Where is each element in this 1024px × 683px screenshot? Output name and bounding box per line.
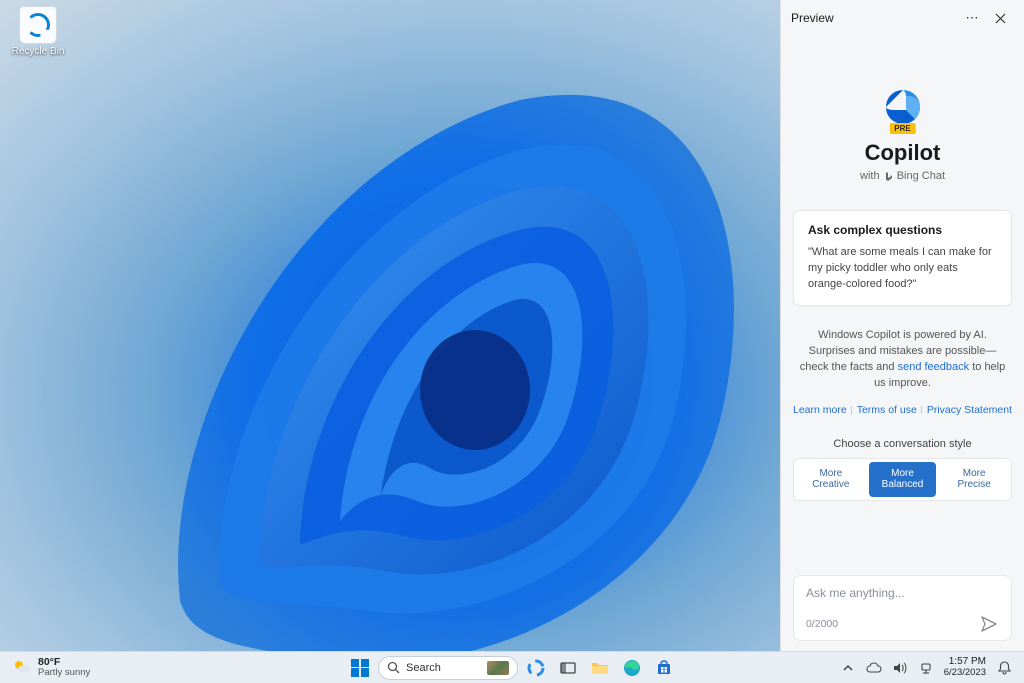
recycle-bin-icon xyxy=(19,6,57,44)
copilot-icon xyxy=(527,659,545,677)
style-precise[interactable]: More Precise xyxy=(940,462,1008,497)
tray-volume[interactable] xyxy=(888,654,912,682)
edge-button[interactable] xyxy=(618,654,646,682)
desktop-wallpaper[interactable]: Recycle Bin xyxy=(0,0,780,651)
chat-input-counter: 0/2000 xyxy=(806,618,838,630)
copilot-header: Preview ⋯ xyxy=(781,0,1024,36)
search-highlight-icon xyxy=(487,661,509,675)
notifications-button[interactable] xyxy=(992,654,1016,682)
weather-condition: Partly sunny xyxy=(38,668,90,678)
store-icon xyxy=(656,660,672,676)
task-view-icon xyxy=(560,660,576,676)
taskbar-search[interactable]: Search xyxy=(378,656,518,680)
tray-overflow-button[interactable] xyxy=(836,654,860,682)
send-feedback-link[interactable]: send feedback xyxy=(898,361,970,373)
store-button[interactable] xyxy=(650,654,678,682)
copilot-taskbar-button[interactable] xyxy=(522,654,550,682)
legal-links: Learn more Terms of use Privacy Statemen… xyxy=(793,404,1012,416)
style-balanced[interactable]: More Balanced xyxy=(869,462,937,497)
tray-onedrive[interactable] xyxy=(862,654,886,682)
copilot-logo-icon xyxy=(882,86,924,128)
weather-icon xyxy=(12,657,32,677)
copilot-brand-name: Copilot xyxy=(793,140,1012,166)
disclaimer-text: Windows Copilot is powered by AI. Surpri… xyxy=(793,328,1012,392)
clock-date: 6/23/2023 xyxy=(944,668,986,678)
recycle-bin[interactable]: Recycle Bin xyxy=(10,6,66,57)
edge-icon xyxy=(623,659,641,677)
copilot-panel: Preview ⋯ PRE Copilot with Bing xyxy=(780,0,1024,651)
taskbar-center: Search xyxy=(346,654,678,682)
privacy-link[interactable]: Privacy Statement xyxy=(927,404,1012,416)
chat-input-placeholder: Ask me anything... xyxy=(806,586,999,614)
file-explorer-button[interactable] xyxy=(586,654,614,682)
terms-link[interactable]: Terms of use xyxy=(857,404,917,416)
search-icon xyxy=(387,661,400,674)
copilot-header-title: Preview xyxy=(791,11,834,25)
tray-network[interactable] xyxy=(914,654,938,682)
conversation-style-selector: More Creative More Balanced More Precise xyxy=(793,458,1012,501)
windows-logo-icon xyxy=(351,659,369,677)
taskbar: 80°F Partly sunny Search xyxy=(0,651,1024,683)
network-icon xyxy=(919,662,933,674)
cloud-icon xyxy=(866,662,882,674)
learn-more-link[interactable]: Learn more xyxy=(793,404,847,416)
close-icon xyxy=(995,13,1006,24)
system-tray: 1:57 PM 6/23/2023 xyxy=(836,654,1016,682)
taskbar-clock[interactable]: 1:57 PM 6/23/2023 xyxy=(940,657,990,677)
folder-icon xyxy=(591,660,609,676)
conversation-style-heading: Choose a conversation style xyxy=(793,438,1012,450)
volume-icon xyxy=(893,662,907,674)
copilot-brand-subtitle: with Bing Chat xyxy=(793,170,1012,182)
example-card[interactable]: Ask complex questions "What are some mea… xyxy=(793,210,1012,306)
pre-badge: PRE xyxy=(889,123,915,134)
start-button[interactable] xyxy=(346,654,374,682)
task-view-button[interactable] xyxy=(554,654,582,682)
example-card-title: Ask complex questions xyxy=(808,223,997,237)
style-creative[interactable]: More Creative xyxy=(797,462,865,497)
search-label: Search xyxy=(406,662,441,674)
bell-icon xyxy=(998,661,1011,675)
wallpaper-bloom-graphic xyxy=(120,40,800,660)
more-options-button[interactable]: ⋯ xyxy=(958,4,986,32)
chat-input[interactable]: Ask me anything... 0/2000 xyxy=(793,575,1012,641)
send-icon xyxy=(979,614,999,634)
recycle-bin-label: Recycle Bin xyxy=(10,46,66,57)
copilot-brand: PRE Copilot with Bing Chat xyxy=(793,86,1012,182)
weather-widget[interactable]: 80°F Partly sunny xyxy=(8,655,94,680)
example-card-body: "What are some meals I can make for my p… xyxy=(808,245,997,293)
chevron-up-icon xyxy=(843,663,853,673)
bing-icon xyxy=(883,171,894,182)
send-button[interactable] xyxy=(979,614,999,634)
copilot-logo: PRE xyxy=(882,86,924,128)
close-button[interactable] xyxy=(986,4,1014,32)
